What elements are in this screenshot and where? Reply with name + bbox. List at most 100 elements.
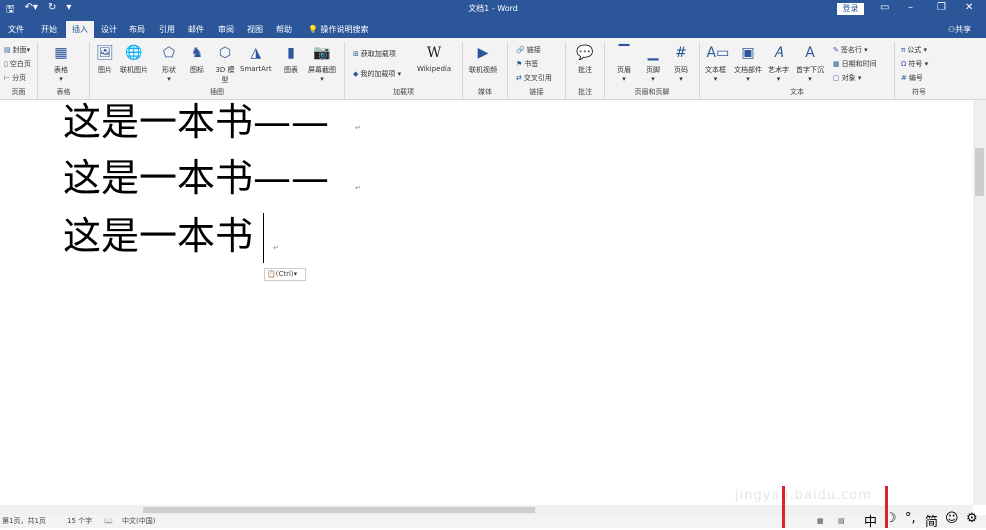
symbol-label: 符号: [908, 60, 923, 68]
tab-layout[interactable]: 布局: [126, 21, 148, 38]
wordart-button[interactable]: 𝐴 艺术字 ▾: [768, 44, 789, 83]
pi-icon: π: [901, 46, 906, 54]
footer-button[interactable]: ▁ 页脚 ▾: [644, 44, 662, 83]
paragraph-mark: ↵: [355, 184, 361, 192]
online-pictures-button[interactable]: 🌐 联机图片: [120, 44, 148, 75]
page-break-button[interactable]: ⊢ 分页: [4, 73, 26, 83]
bookmark-label: 书签: [524, 60, 539, 68]
group-symbols: π 公式 ▾ Ω 符号 ▾ # 编号 符号: [895, 42, 943, 100]
group-links: 🔗 链接 ⚑ 书签 ⇄ 交叉引用 链接: [508, 42, 566, 100]
pictures-button[interactable]: 🖼 图片: [96, 44, 114, 75]
number-label: 编号: [908, 74, 923, 82]
paragraph-mark: ↵: [273, 244, 279, 252]
comment-button[interactable]: 💬 批注: [576, 44, 594, 75]
title-bar: 🖫 ↶▾ ↻ ▾ 文档1 - Word 登录 ▭ – ❐ ✕: [0, 0, 986, 18]
my-addins-button[interactable]: ◆ 我的加载项 ▾: [353, 69, 401, 79]
paste-options-button[interactable]: 📋(Ctrl)▾: [264, 268, 306, 281]
tab-review[interactable]: 审阅: [215, 21, 237, 38]
document-line[interactable]: 这是一本书——: [63, 156, 329, 200]
3d-models-button[interactable]: ⬡ 3D 模型: [214, 44, 236, 85]
omega-icon: Ω: [901, 60, 907, 68]
bookmark-icon: ⚑: [516, 60, 523, 68]
cross-reference-label: 交叉引用: [523, 74, 552, 82]
shapes-button[interactable]: ⬠ 形状 ▾: [160, 44, 178, 83]
symbol-button[interactable]: Ω 符号 ▾: [901, 59, 928, 69]
ime-punctuation[interactable]: °,: [905, 511, 916, 526]
text-cursor: [263, 213, 264, 263]
comment-label: 批注: [578, 66, 592, 74]
tab-file[interactable]: 文件: [4, 21, 28, 38]
tab-view[interactable]: 视图: [244, 21, 266, 38]
drop-cap-button[interactable]: A 首字下沉 ▾: [796, 44, 824, 83]
tab-mailings[interactable]: 邮件: [185, 21, 207, 38]
smartart-icon: ◮: [250, 45, 262, 61]
quick-parts-icon: ▣: [741, 45, 755, 61]
header-label: 页眉: [617, 66, 631, 74]
tab-help[interactable]: 帮助: [273, 21, 295, 38]
proofing-icon[interactable]: 📖: [104, 515, 113, 528]
page-number-button[interactable]: # 页码 ▾: [672, 44, 690, 83]
online-video-label: 联机视频: [469, 66, 497, 74]
group-media: ▶ 联机视频 媒体: [463, 42, 508, 100]
scroll-thumb[interactable]: [143, 507, 535, 513]
screenshot-button[interactable]: 📷 屏幕截图 ▾: [308, 44, 336, 83]
wikipedia-label: Wikipedia: [417, 65, 452, 73]
ribbon-display-options-icon[interactable]: ▭: [880, 2, 889, 13]
page-count[interactable]: 第1页，共1页: [2, 515, 46, 528]
word-count[interactable]: 15 个字: [67, 515, 92, 528]
footer-label: 页脚: [646, 66, 660, 74]
page-number-icon: #: [675, 45, 687, 61]
cover-page-button[interactable]: ▤ 封面▾: [4, 45, 30, 55]
tell-me-search[interactable]: 💡 操作说明搜索: [308, 21, 369, 38]
smile-icon[interactable]: ☺: [945, 511, 959, 526]
settings-icon[interactable]: ⚙: [966, 511, 978, 526]
link-button[interactable]: 🔗 链接: [516, 45, 541, 55]
document-page[interactable]: 这是一本书—— ↵ 这是一本书—— ↵ 这是一本书 ↵ 📋(Ctrl)▾: [0, 100, 973, 505]
signature-line-button[interactable]: ✎ 签名行 ▾: [833, 45, 868, 55]
object-button[interactable]: ▢ 对象 ▾: [833, 73, 861, 83]
date-time-button[interactable]: ▦ 日期和时间: [833, 59, 877, 69]
ime-simplified[interactable]: 简: [925, 511, 938, 530]
number-icon: #: [901, 74, 907, 82]
icons-button[interactable]: ♞ 图标: [188, 44, 206, 75]
bookmark-button[interactable]: ⚑ 书签: [516, 59, 538, 69]
quick-parts-button[interactable]: ▣ 文档部件 ▾: [734, 44, 762, 83]
annotation-line: [885, 486, 888, 528]
blank-page-label: 空白页: [9, 60, 31, 68]
addins-icon: ◆: [353, 70, 359, 78]
group-illustrations: 🖼 图片 🌐 联机图片 ⬠ 形状 ▾ ♞ 图标 ⬡ 3D 模型 ◮ SmartArt ▮ 图表 …: [90, 42, 345, 100]
online-video-button[interactable]: ▶ 联机视频: [469, 44, 497, 75]
header-button[interactable]: ▔ 页眉 ▾: [615, 44, 633, 83]
wikipedia-button[interactable]: W Wikipedia: [417, 44, 451, 73]
vertical-scrollbar[interactable]: [973, 100, 986, 505]
ime-mode[interactable]: 中: [864, 511, 877, 530]
smartart-button[interactable]: ◮ SmartArt: [240, 44, 272, 73]
equation-button[interactable]: π 公式 ▾: [901, 45, 927, 55]
text-box-button[interactable]: A▭ 文本框 ▾: [705, 44, 729, 83]
tab-insert[interactable]: 插入: [66, 21, 94, 38]
footer-icon: ▁: [647, 45, 659, 61]
minimize-icon[interactable]: –: [908, 2, 913, 13]
get-addins-button[interactable]: ⊞ 获取加载项: [353, 49, 396, 59]
maximize-icon[interactable]: ❐: [937, 2, 946, 13]
ime-toolbar: 中 ☽ °, 简 ☺ ⚙: [815, 510, 986, 530]
chart-button[interactable]: ▮ 图表: [282, 44, 300, 75]
cross-reference-button[interactable]: ⇄ 交叉引用: [516, 73, 552, 83]
group-label: 页面: [11, 88, 26, 96]
share-button[interactable]: ⚇共享: [948, 21, 971, 38]
number-button[interactable]: # 编号: [901, 73, 923, 83]
chart-label: 图表: [284, 66, 298, 74]
tab-home[interactable]: 开始: [36, 21, 62, 38]
online-pictures-label: 联机图片: [120, 66, 148, 74]
scroll-thumb[interactable]: [975, 148, 984, 196]
language-status[interactable]: 中文(中国): [122, 515, 155, 528]
close-icon[interactable]: ✕: [965, 2, 973, 13]
document-line[interactable]: 这是一本书——: [63, 100, 329, 144]
table-button[interactable]: ▦ 表格 ▾: [52, 44, 70, 83]
tab-references[interactable]: 引用: [156, 21, 178, 38]
document-line[interactable]: 这是一本书: [63, 214, 253, 258]
blank-page-button[interactable]: ▯ 空白页: [4, 59, 31, 69]
camera-icon: 📷: [313, 45, 331, 61]
tab-design[interactable]: 设计: [98, 21, 120, 38]
login-button[interactable]: 登录: [837, 3, 864, 15]
